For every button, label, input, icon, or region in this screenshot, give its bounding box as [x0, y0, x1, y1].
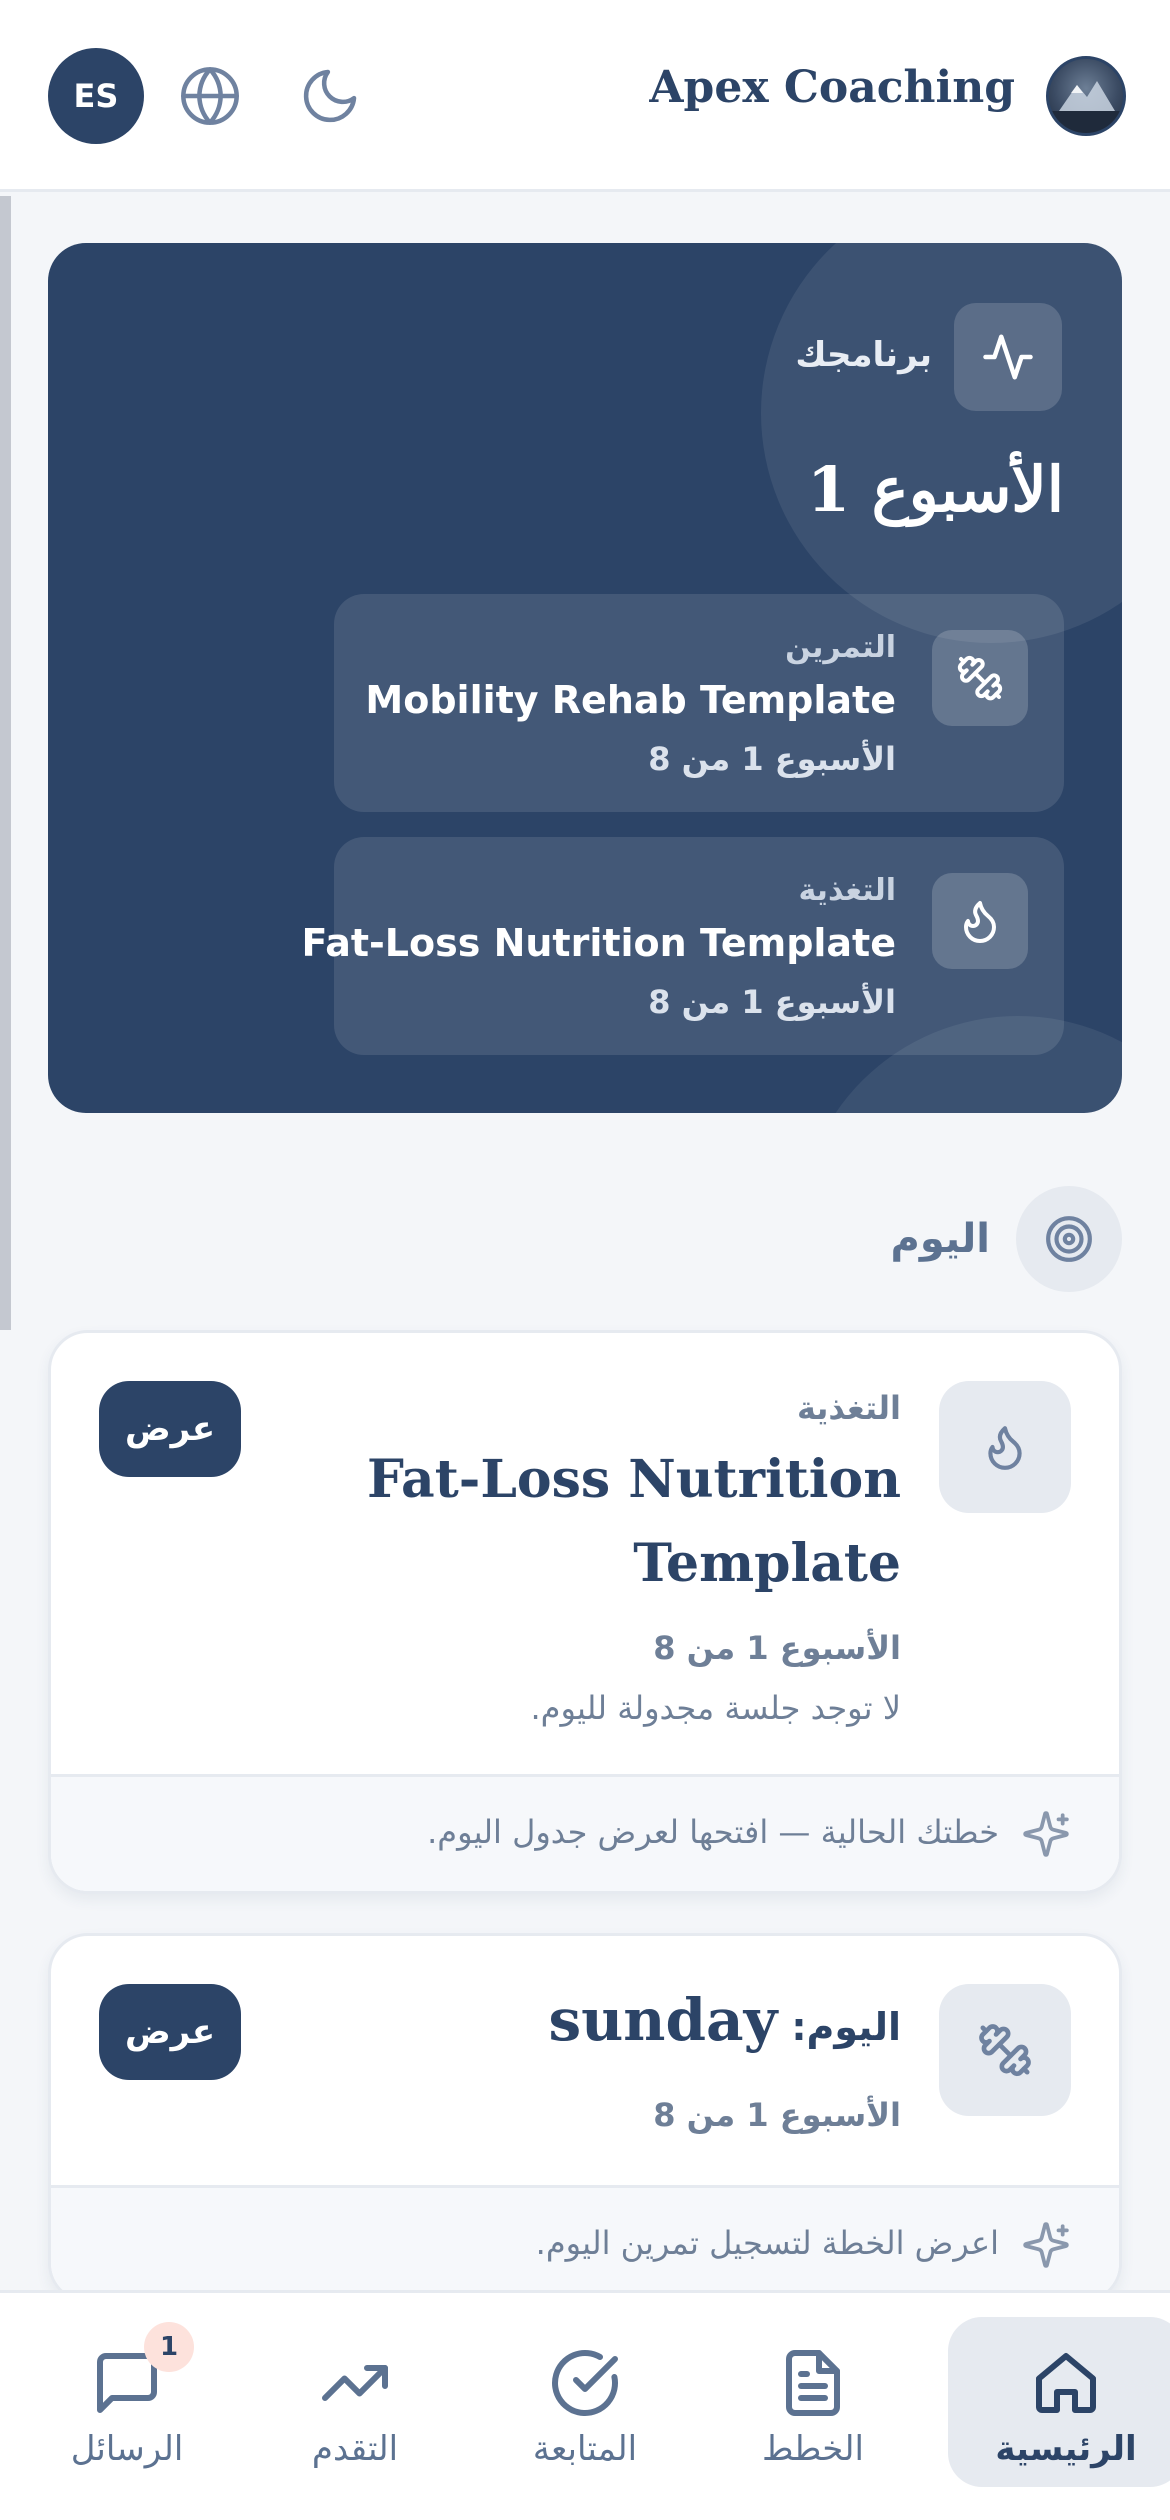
dumbbell-icon [939, 1984, 1071, 2116]
sparkles-icon [1021, 2220, 1071, 2270]
today-workout-card: اليوم: sunday الأسبوع 1 من 8 عرض اعرض ال… [48, 1933, 1122, 2303]
brand-title: Apex Coaching [649, 62, 1015, 113]
workout-day-heading: اليوم: sunday [548, 1986, 901, 2054]
moon-icon[interactable] [298, 64, 362, 128]
sparkles-icon [1021, 1809, 1071, 1859]
program-item-name: Fat-Loss Nutrition Template [301, 921, 896, 965]
card-note: لا توجد جلسة مجدولة لليوم. [530, 1689, 902, 1727]
program-nutrition-item[interactable]: التغذية Fat-Loss Nutrition Template الأس… [301, 837, 1064, 1055]
bottom-navigation: الرئيسية الخطط المتابعة التقدم 1 الرسائل [0, 2290, 1170, 2520]
flame-icon [932, 873, 1028, 969]
program-item-week: الأسبوع 1 من 8 [648, 983, 896, 1021]
card-week: الأسبوع 1 من 8 [653, 1629, 901, 1667]
check-circle-icon [549, 2347, 621, 2419]
program-card: برنامجك الأسبوع 1 التمرين Mobility Rehab… [48, 243, 1122, 1113]
program-item-week: الأسبوع 1 من 8 [648, 740, 896, 778]
nav-progress[interactable]: التقدم [250, 2317, 460, 2487]
program-item-label: التغذية [798, 873, 896, 908]
view-workout-button[interactable]: عرض [99, 1984, 241, 2080]
program-item-name: Mobility Rehab Template [365, 678, 896, 722]
activity-pulse-icon [954, 303, 1062, 411]
nav-label: التقدم [311, 2429, 399, 2469]
card-footer: خطتك الحالية — افتحها لعرض جدول اليوم. [51, 1774, 1119, 1891]
dumbbell-icon [932, 630, 1028, 726]
decorative-circle [761, 243, 1122, 643]
nav-home[interactable]: الرئيسية [948, 2317, 1170, 2487]
day-name: sunday [548, 1986, 778, 2054]
program-workout-item[interactable]: التمرين Mobility Rehab Template الأسبوع … [334, 594, 1064, 812]
card-footer: اعرض الخطة لتسجيل تمرين اليوم. [51, 2185, 1119, 2300]
trending-up-icon [319, 2347, 391, 2419]
home-icon [1030, 2347, 1102, 2419]
nav-messages[interactable]: 1 الرسائل [22, 2317, 232, 2487]
brand-logo[interactable] [1046, 56, 1126, 136]
card-title-line2: Template [633, 1533, 901, 1594]
today-heading: اليوم [890, 1216, 990, 1262]
today-nutrition-card: التغذية Fat-Loss Nutrition Template الأس… [48, 1330, 1122, 1894]
document-icon [777, 2347, 849, 2419]
app-header: ES Apex Coaching [0, 0, 1170, 192]
card-footer-text: اعرض الخطة لتسجيل تمرين اليوم. [535, 2224, 999, 2262]
card-footer-text: خطتك الحالية — افتحها لعرض جدول اليوم. [427, 1813, 999, 1851]
nav-plans[interactable]: الخطط [708, 2317, 918, 2487]
card-week: الأسبوع 1 من 8 [653, 2096, 901, 2134]
nav-label: الخطط [762, 2429, 864, 2469]
language-code-button[interactable]: ES [48, 48, 144, 144]
program-item-label: التمرين [785, 630, 896, 665]
target-icon [1016, 1186, 1122, 1292]
view-nutrition-button[interactable]: عرض [99, 1381, 241, 1477]
nav-label: الرسائل [70, 2429, 184, 2469]
program-label: برنامجك [795, 335, 932, 375]
card-category: التغذية [796, 1389, 901, 1427]
day-prefix: اليوم: [791, 2005, 901, 2049]
nav-label: الرئيسية [995, 2429, 1137, 2469]
nav-label: المتابعة [532, 2429, 638, 2469]
unread-badge: 1 [144, 2322, 194, 2372]
globe-icon[interactable] [178, 64, 242, 128]
program-week-title: الأسبوع 1 [807, 453, 1064, 526]
nav-tracking[interactable]: المتابعة [480, 2317, 690, 2487]
scrollbar[interactable] [0, 196, 11, 1330]
card-title-line1: Fat-Loss Nutrition [366, 1449, 901, 1510]
flame-icon [939, 1381, 1071, 1513]
